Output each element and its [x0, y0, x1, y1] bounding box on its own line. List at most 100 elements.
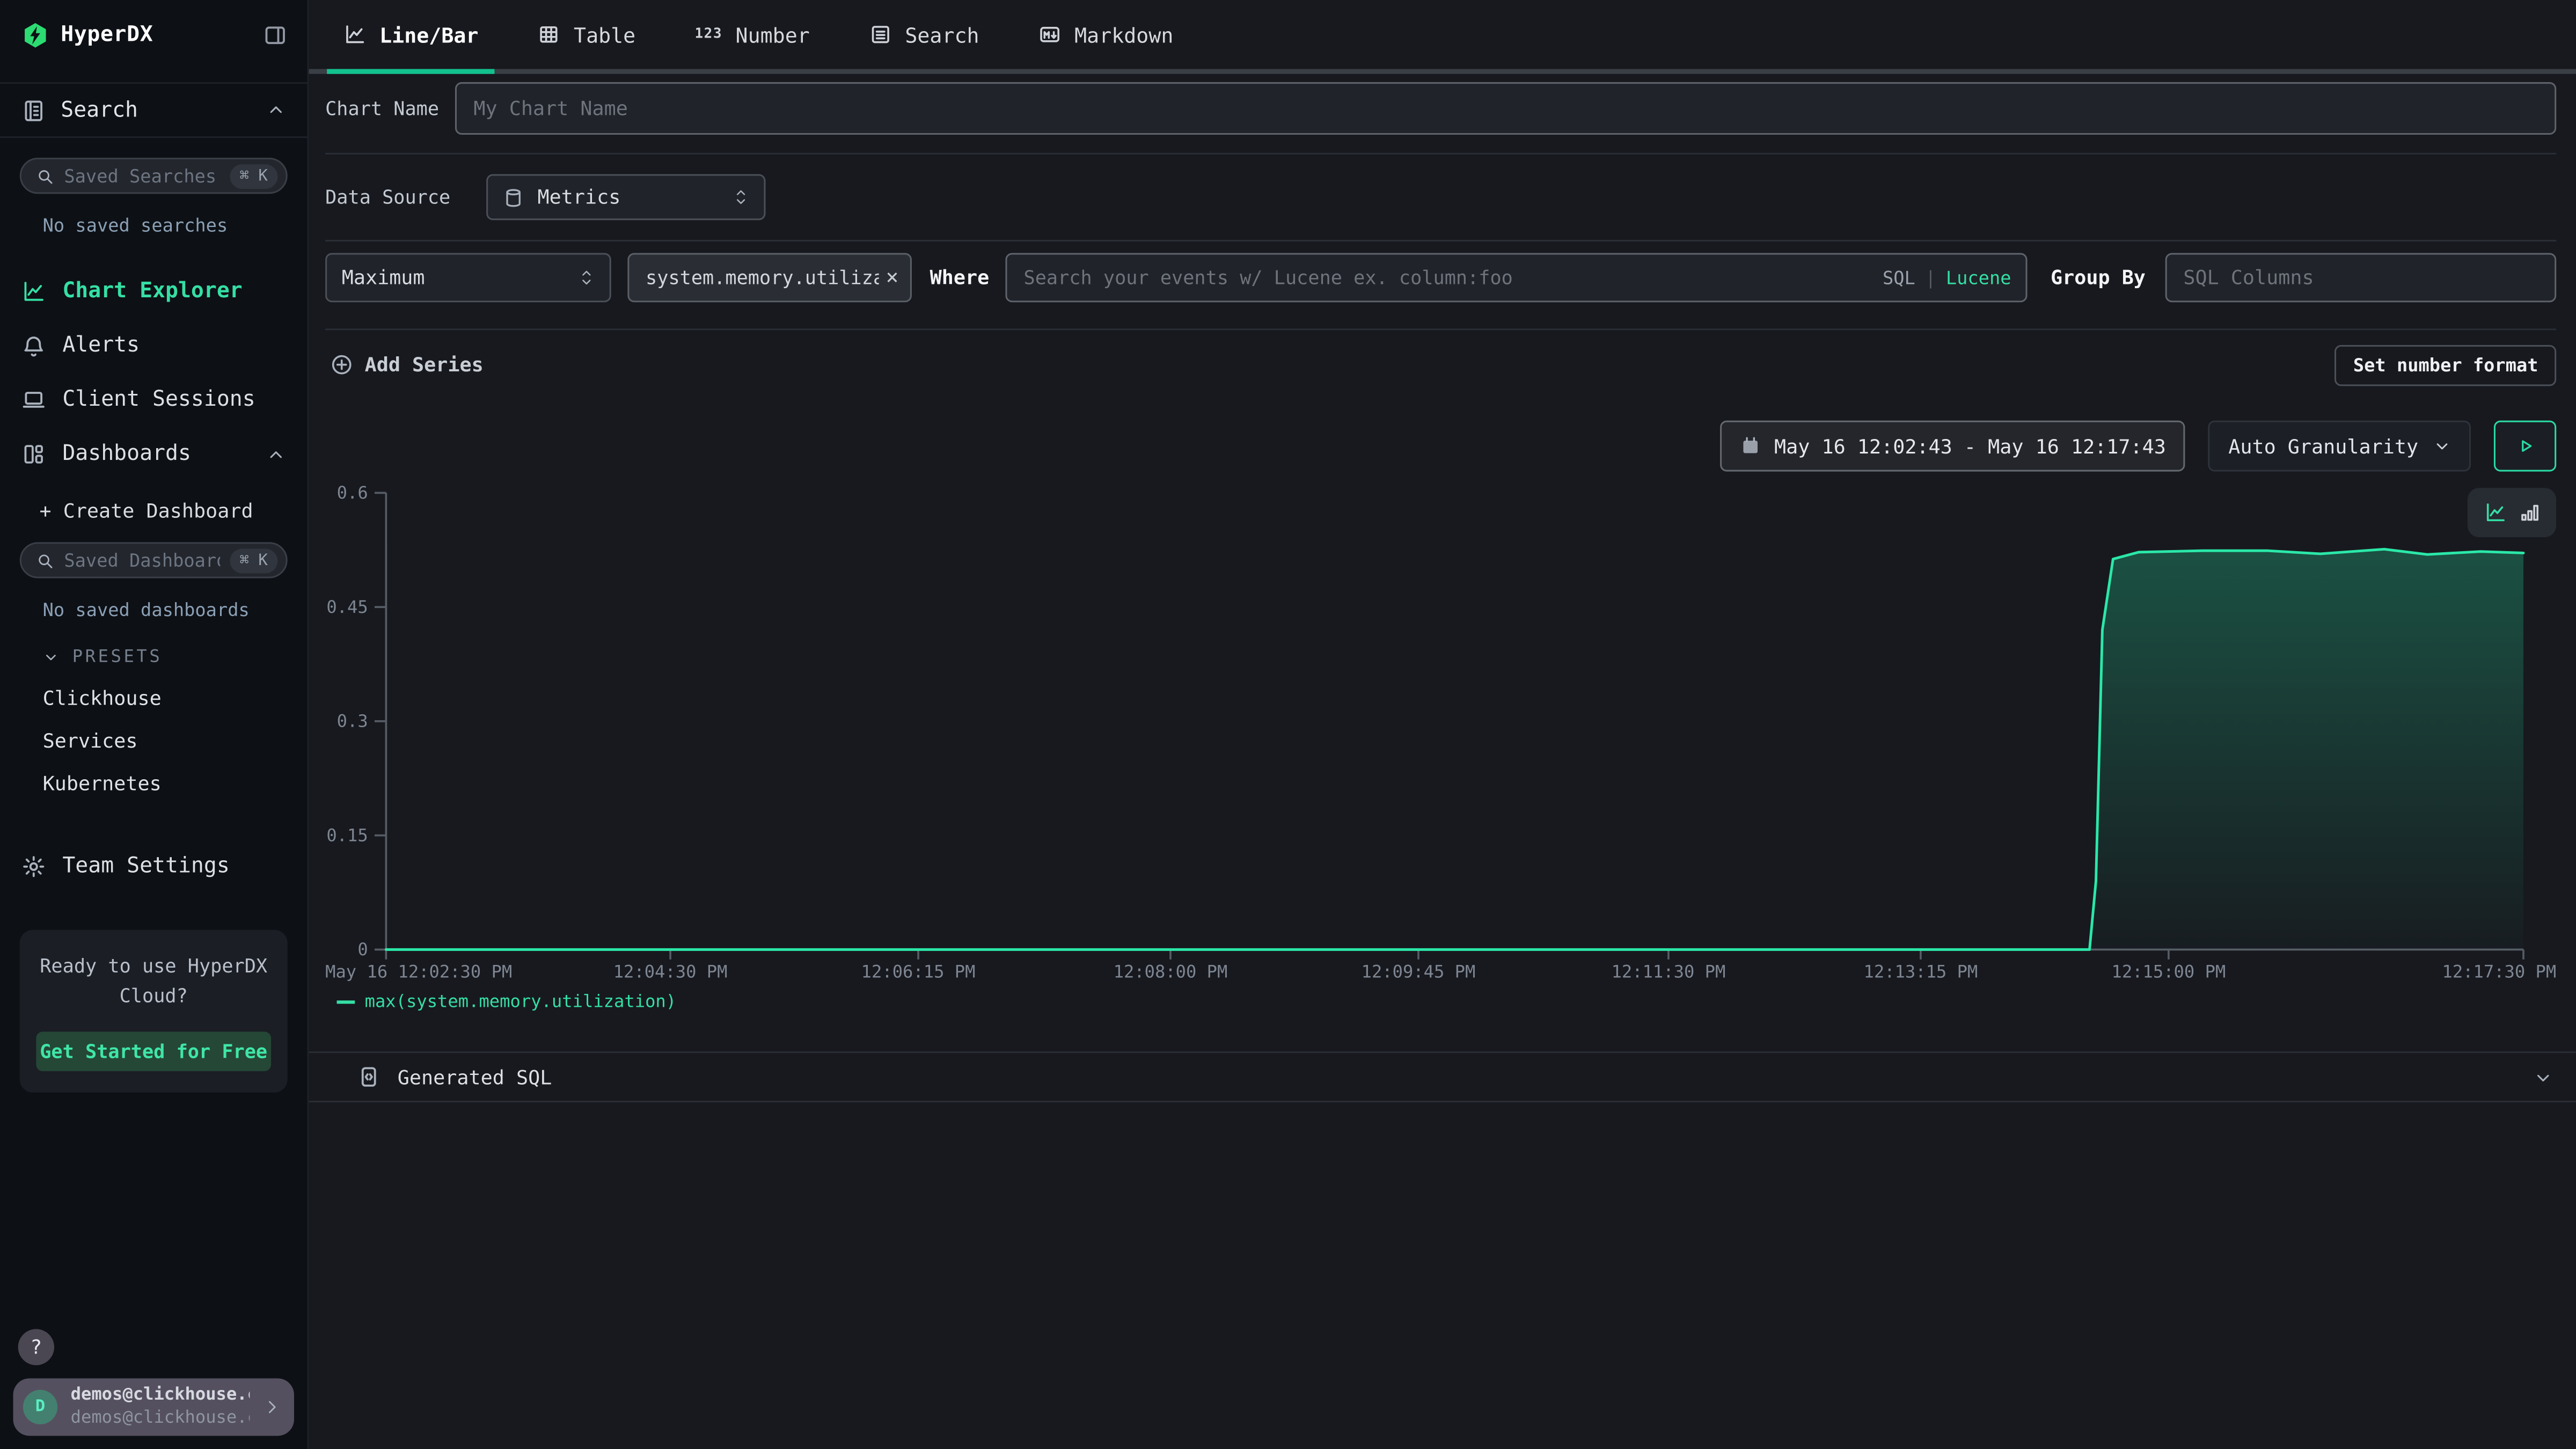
play-icon [2514, 435, 2536, 457]
chart-legend[interactable]: max(system.memory.utilization) [337, 992, 677, 1012]
timeseries-chart[interactable]: 00.150.30.450.6May 16 12:02:30 PM12:04:3… [309, 480, 2576, 989]
nav-label: Team Settings [62, 854, 229, 879]
aggregation-value: Maximum [342, 266, 425, 289]
metric-chip[interactable]: system.memory.utiliza × [627, 253, 912, 302]
sidebar-bottom: ? D demos@clickhouse.com demos@clickhous… [0, 1329, 307, 1449]
svg-text:12:09:45 PM: 12:09:45 PM [1362, 961, 1476, 982]
saved-dashboards-placeholder: Saved Dashboards [64, 550, 219, 571]
tab-number[interactable]: 123 Number [678, 0, 826, 74]
where-search-input[interactable]: SQL | Lucene [1006, 253, 2028, 302]
presets-label: PRESETS [72, 647, 163, 667]
svg-text:0.6: 0.6 [337, 482, 368, 503]
chart-area: 00.150.30.450.6May 16 12:02:30 PM12:04:3… [309, 480, 2576, 1028]
presets-toggle[interactable]: PRESETS [0, 621, 307, 667]
add-series-button[interactable]: Add Series [325, 353, 484, 376]
tab-table[interactable]: Table [521, 0, 652, 74]
line-chart-toggle-icon[interactable] [2483, 501, 2506, 524]
where-search-field[interactable] [1024, 266, 1883, 289]
svg-text:12:15:00 PM: 12:15:00 PM [2112, 961, 2226, 982]
nav-label: Dashboards [62, 442, 191, 466]
saved-dashboards-input[interactable]: Saved Dashboards ⌘ K [20, 542, 288, 578]
bell-icon [21, 333, 46, 358]
layout-grid-icon [21, 442, 46, 466]
chart-name-field[interactable] [473, 97, 2538, 120]
nav-label: Alerts [62, 333, 140, 358]
preset-item-services[interactable]: Services [0, 709, 307, 752]
divider [325, 328, 2556, 330]
laptop-icon [21, 387, 46, 412]
group-by-input[interactable] [2165, 253, 2557, 302]
preset-item-kubernetes[interactable]: Kubernetes [0, 752, 307, 795]
divider [325, 240, 2556, 241]
number-123-icon: 123 [694, 26, 722, 43]
legend-label: max(system.memory.utilization) [365, 992, 677, 1012]
svg-text:0.45: 0.45 [326, 597, 368, 617]
remove-metric-icon[interactable]: × [879, 265, 898, 290]
chevron-down-icon [43, 649, 60, 665]
sidebar-item-team-settings[interactable]: Team Settings [0, 839, 307, 894]
bar-chart-toggle-icon[interactable] [2518, 501, 2541, 524]
cloud-promo-text-line2: Cloud? [36, 982, 271, 1012]
set-number-format-button[interactable]: Set number format [2335, 344, 2556, 385]
user-email: demos@clickhouse.com [71, 1386, 250, 1407]
sidebar-item-client-sessions[interactable]: Client Sessions [0, 373, 307, 427]
markdown-icon [1038, 23, 1062, 46]
svg-text:12:08:00 PM: 12:08:00 PM [1114, 961, 1228, 982]
preset-item-clickhouse[interactable]: Clickhouse [0, 667, 307, 710]
sidebar-item-dashboards[interactable]: Dashboards [0, 427, 307, 481]
sidebar: HyperDX Search Saved Searches ⌘ K No sav… [0, 0, 309, 1449]
svg-text:12:13:15 PM: 12:13:15 PM [1864, 961, 1978, 982]
create-dashboard-button[interactable]: + Create Dashboard [0, 481, 307, 523]
run-query-button[interactable] [2494, 421, 2556, 472]
avatar: D [23, 1390, 57, 1424]
lucene-mode-toggle[interactable]: Lucene [1946, 267, 2011, 288]
search-icon [36, 551, 54, 569]
date-range-input[interactable]: May 16 12:02:43 - May 16 12:17:43 [1720, 421, 2186, 472]
tab-label: Search [905, 22, 979, 47]
chevron-up-icon[interactable] [266, 444, 286, 464]
tab-search[interactable]: Search [852, 0, 996, 74]
aggregation-select[interactable]: Maximum [325, 253, 611, 302]
sidebar-section-search[interactable]: Search [0, 82, 307, 138]
get-started-button[interactable]: Get Started for Free [36, 1031, 271, 1070]
granularity-select[interactable]: Auto Granularity [2208, 421, 2471, 472]
sidebar-item-chart-explorer[interactable]: Chart Explorer [0, 265, 307, 319]
chart-controls-row: May 16 12:02:43 - May 16 12:17:43 Auto G… [325, 421, 2556, 472]
sql-mode-toggle[interactable]: SQL [1883, 267, 1915, 288]
cloud-promo-panel: Ready to use HyperDX Cloud? Get Started … [20, 930, 288, 1092]
date-range-value: May 16 12:02:43 - May 16 12:17:43 [1774, 435, 2166, 458]
sidebar-item-alerts[interactable]: Alerts [0, 319, 307, 373]
saved-searches-input[interactable]: Saved Searches ⌘ K [20, 158, 288, 194]
data-source-select[interactable]: Metrics [487, 174, 766, 220]
data-source-value: Metrics [538, 186, 621, 209]
nav-label: Client Sessions [62, 387, 255, 412]
journal-icon [21, 98, 46, 122]
svg-text:12:04:30 PM: 12:04:30 PM [613, 961, 728, 982]
svg-text:12:11:30 PM: 12:11:30 PM [1612, 961, 1726, 982]
chart-name-input[interactable] [456, 82, 2557, 135]
collapse-sidebar-icon[interactable] [263, 23, 288, 48]
calendar-icon [1740, 435, 1761, 457]
chart-style-toggle [2468, 488, 2556, 537]
app-root: HyperDX Search Saved Searches ⌘ K No sav… [0, 0, 2576, 1449]
group-by-field[interactable] [2183, 266, 2538, 289]
tab-label: Line/Bar [379, 22, 478, 47]
generated-sql-label: Generated SQL [398, 1065, 552, 1088]
tab-line-bar[interactable]: Line/Bar [327, 0, 495, 74]
tab-markdown[interactable]: Markdown [1022, 0, 1190, 74]
chevron-up-icon[interactable] [266, 100, 286, 120]
add-series-label: Add Series [365, 353, 484, 376]
no-saved-searches-text: No saved searches [0, 194, 307, 237]
chevron-down-icon [2533, 1067, 2553, 1087]
help-button[interactable]: ? [18, 1329, 54, 1365]
hyperdx-logo-icon [21, 21, 49, 49]
database-icon [503, 186, 524, 208]
chart-type-tabs: Line/Bar Table 123 Number Search Markdow… [309, 0, 2576, 74]
generated-sql-toggle[interactable]: Generated SQL [309, 1051, 2576, 1102]
user-menu[interactable]: D demos@clickhouse.com demos@clickhouse.… [13, 1378, 294, 1436]
data-source-label: Data Source [325, 186, 450, 209]
svg-text:0.15: 0.15 [326, 825, 368, 845]
search-section-label: Search [61, 98, 138, 122]
main-content: Line/Bar Table 123 Number Search Markdow… [309, 0, 2576, 1449]
legend-swatch [337, 1000, 355, 1004]
